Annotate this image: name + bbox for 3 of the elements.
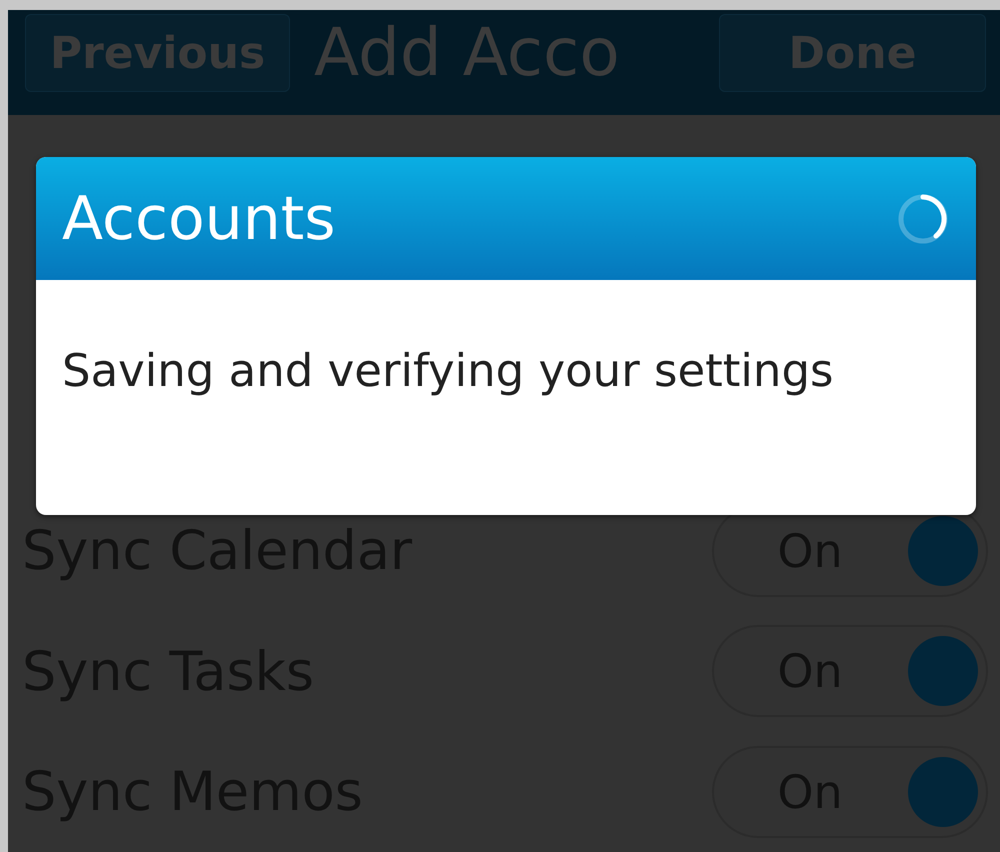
dialog-message: Saving and verifying your settings [61, 343, 834, 397]
screen-title: Add Acco [314, 14, 620, 92]
dialog-title: Accounts [62, 184, 336, 254]
